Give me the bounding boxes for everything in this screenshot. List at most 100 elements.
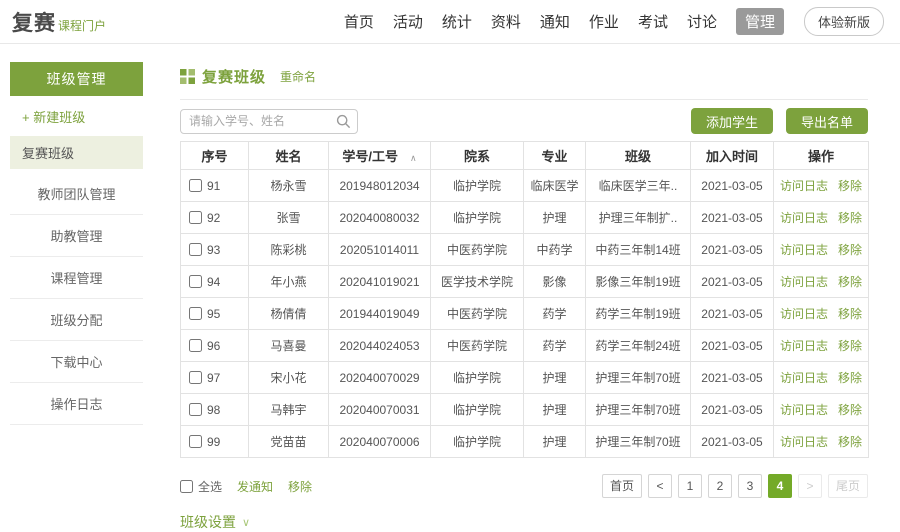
visit-log-link[interactable]: 访问日志 — [780, 275, 828, 289]
remove-link[interactable]: 移除 — [838, 435, 862, 449]
row-department: 临护学院 — [431, 170, 524, 202]
visit-log-link[interactable]: 访问日志 — [780, 371, 828, 385]
visit-log-link[interactable]: 访问日志 — [780, 179, 828, 193]
sidebar-item-class-assign[interactable]: 班级分配 — [10, 299, 143, 341]
top-nav: 首页 活动 统计 资料 通知 作业 考试 讨论 管理 — [344, 8, 784, 35]
pagination-prev[interactable]: < — [648, 474, 672, 498]
send-notice-link[interactable]: 发通知 — [237, 478, 273, 495]
class-settings-toggle[interactable]: 班级设置 ∨ — [180, 512, 868, 532]
select-all-control[interactable]: 全选 — [180, 478, 222, 495]
app-logo[interactable]: 复赛 课程门户 — [12, 7, 106, 37]
nav-item-statistics[interactable]: 统计 — [442, 11, 472, 32]
sidebar-item-download-center[interactable]: 下载中心 — [10, 341, 143, 383]
sidebar-item-new-class[interactable]: + 新建班级 — [10, 96, 143, 136]
row-student-id: 202040070029 — [329, 362, 431, 394]
row-checkbox[interactable] — [189, 307, 202, 320]
remove-link[interactable]: 移除 — [838, 339, 862, 353]
table-row: 99 党苗苗 202040070006 临护学院 护理 护理三年制70班 202… — [181, 426, 869, 458]
col-header-join-date: 加入时间 — [691, 142, 774, 170]
try-new-version-button[interactable]: 体验新版 — [804, 7, 884, 36]
nav-item-activity[interactable]: 活动 — [393, 11, 423, 32]
remove-link[interactable]: 移除 — [838, 211, 862, 225]
student-table: 序号 姓名 学号/工号∧ 院系 专业 班级 加入时间 操作 91 杨永雪 201… — [180, 141, 869, 458]
row-student-id: 201944019049 — [329, 298, 431, 330]
remove-link[interactable]: 移除 — [838, 243, 862, 257]
row-checkbox[interactable] — [189, 339, 202, 352]
export-list-button[interactable]: 导出名单 — [786, 108, 868, 134]
row-checkbox[interactable] — [189, 211, 202, 224]
row-join-date: 2021-03-05 — [691, 202, 774, 234]
row-name: 马韩宇 — [249, 394, 329, 426]
nav-item-materials[interactable]: 资料 — [491, 11, 521, 32]
row-join-date: 2021-03-05 — [691, 394, 774, 426]
pagination-page-2[interactable]: 2 — [708, 474, 732, 498]
row-name: 党苗苗 — [249, 426, 329, 458]
toolbar: 添加学生 导出名单 — [180, 108, 868, 134]
table-row: 92 张雪 202040080032 临护学院 护理 护理三年制扩.. 2021… — [181, 202, 869, 234]
row-name: 张雪 — [249, 202, 329, 234]
pagination-first[interactable]: 首页 — [602, 474, 642, 498]
add-student-button[interactable]: 添加学生 — [691, 108, 773, 134]
row-join-date: 2021-03-05 — [691, 170, 774, 202]
row-checkbox[interactable] — [189, 435, 202, 448]
row-department: 临护学院 — [431, 202, 524, 234]
nav-item-manage[interactable]: 管理 — [736, 8, 784, 35]
row-checkbox[interactable] — [189, 371, 202, 384]
row-checkbox[interactable] — [189, 243, 202, 256]
nav-item-discussion[interactable]: 讨论 — [687, 11, 717, 32]
remove-link[interactable]: 移除 — [838, 275, 862, 289]
row-checkbox[interactable] — [189, 403, 202, 416]
nav-item-homework[interactable]: 作业 — [589, 11, 619, 32]
nav-item-notifications[interactable]: 通知 — [540, 11, 570, 32]
row-department: 中医药学院 — [431, 330, 524, 362]
col-header-name: 姓名 — [249, 142, 329, 170]
visit-log-link[interactable]: 访问日志 — [780, 403, 828, 417]
visit-log-link[interactable]: 访问日志 — [780, 339, 828, 353]
nav-item-home[interactable]: 首页 — [344, 11, 374, 32]
visit-log-link[interactable]: 访问日志 — [780, 307, 828, 321]
visit-log-link[interactable]: 访问日志 — [780, 243, 828, 257]
col-header-major: 专业 — [524, 142, 586, 170]
row-class: 影像三年制19班 — [586, 266, 691, 298]
sidebar-item-fusai-class[interactable]: 复赛班级 — [10, 136, 143, 169]
row-join-date: 2021-03-05 — [691, 330, 774, 362]
remove-link[interactable]: 移除 — [838, 371, 862, 385]
nav-item-exams[interactable]: 考试 — [638, 11, 668, 32]
row-join-date: 2021-03-05 — [691, 298, 774, 330]
select-all-checkbox[interactable] — [180, 480, 193, 493]
row-actions: 访问日志移除 — [774, 394, 869, 426]
pagination-next: > — [798, 474, 822, 498]
sidebar-item-ta-manage[interactable]: 助教管理 — [10, 215, 143, 257]
visit-log-link[interactable]: 访问日志 — [780, 435, 828, 449]
pagination-page-1[interactable]: 1 — [678, 474, 702, 498]
row-class: 中药三年制14班 — [586, 234, 691, 266]
row-checkbox[interactable] — [189, 179, 202, 192]
col-header-student-id[interactable]: 学号/工号∧ — [329, 142, 431, 170]
rename-link[interactable]: 重命名 — [280, 68, 316, 85]
row-checkbox[interactable] — [189, 275, 202, 288]
search-icon[interactable] — [336, 114, 351, 129]
seq-cell: 97 — [181, 362, 249, 394]
sidebar-item-operation-log[interactable]: 操作日志 — [10, 383, 143, 425]
row-major: 护理 — [524, 362, 586, 394]
main-content: 复赛班级 重命名 添加学生 导出名单 序号 姓名 学号/工号∧ — [180, 56, 868, 532]
sidebar-item-course-manage[interactable]: 课程管理 — [10, 257, 143, 299]
table-row: 95 杨倩倩 201944019049 中医药学院 药学 药学三年制19班 20… — [181, 298, 869, 330]
row-major: 临床医学 — [524, 170, 586, 202]
remove-link[interactable]: 移除 — [838, 179, 862, 193]
pagination-page-3[interactable]: 3 — [738, 474, 762, 498]
remove-selected-link[interactable]: 移除 — [288, 478, 312, 495]
top-header: 复赛 课程门户 首页 活动 统计 资料 通知 作业 考试 讨论 管理 体验新版 — [0, 0, 900, 44]
visit-log-link[interactable]: 访问日志 — [780, 211, 828, 225]
pagination-page-4-active[interactable]: 4 — [768, 474, 792, 498]
row-student-id: 201948012034 — [329, 170, 431, 202]
row-seq: 93 — [207, 243, 220, 257]
search-input[interactable] — [180, 109, 358, 134]
row-major: 中药学 — [524, 234, 586, 266]
row-seq: 98 — [207, 403, 220, 417]
sidebar-item-teacher-team[interactable]: 教师团队管理 — [10, 173, 143, 215]
remove-link[interactable]: 移除 — [838, 307, 862, 321]
remove-link[interactable]: 移除 — [838, 403, 862, 417]
seq-cell: 92 — [181, 202, 249, 234]
seq-cell: 95 — [181, 298, 249, 330]
